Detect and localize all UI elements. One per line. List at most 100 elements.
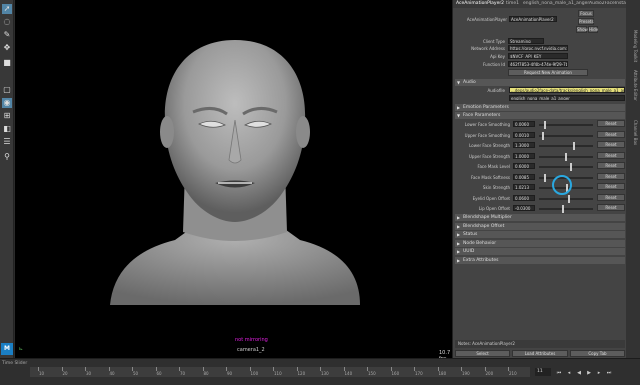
select-tool-icon[interactable]: ➚ bbox=[2, 4, 12, 14]
go-to-end-icon[interactable]: ⏭ bbox=[605, 369, 613, 377]
copy-tab-button[interactable]: Copy Tab bbox=[570, 350, 625, 357]
param-value-field[interactable]: 0.0060 bbox=[513, 121, 535, 127]
3d-viewport[interactable]: not mirroring camera1_2 10.7 fps ⊾ bbox=[15, 0, 452, 358]
time-slider[interactable]: 10 20 30 40 50 60 70 80 90 100 110 120 130 140 150 160 1… bbox=[30, 367, 530, 377]
play-backward-icon[interactable]: ◀ bbox=[575, 369, 583, 377]
param-value-field[interactable]: 0.6000 bbox=[513, 163, 535, 169]
network-address-field[interactable]: https://grpc.nvcf.nvidia.com:443 bbox=[508, 45, 568, 51]
slider-knob[interactable] bbox=[570, 163, 573, 171]
timeline-tick-label: 160 bbox=[391, 371, 400, 376]
timeline-tick-label: 120 bbox=[297, 371, 306, 376]
client-type-select[interactable]: Streaming bbox=[508, 38, 544, 44]
reset-button[interactable]: Reset bbox=[597, 120, 625, 127]
param-slider[interactable] bbox=[539, 142, 593, 150]
audiofile-label: Audiofile bbox=[487, 88, 505, 93]
audio-section[interactable]: ▼ Audio bbox=[455, 79, 625, 86]
request-animation-button[interactable]: Request New Animation bbox=[508, 69, 588, 76]
current-frame-field[interactable]: 11 bbox=[535, 368, 551, 376]
tab-a2f-instance[interactable]: Audio2FaceInstance3 bbox=[589, 1, 627, 6]
audiofile-clip-select[interactable]: english_nona_male_a1_anger bbox=[509, 95, 625, 101]
collapsed-section[interactable]: ▶ Blendshape Multiplier bbox=[455, 214, 625, 221]
param-slider[interactable] bbox=[539, 163, 593, 171]
audiofile-field[interactable]: ...deps/audio2face-data/tracks/english_n… bbox=[509, 87, 625, 93]
function-id-field[interactable]: 462f7853-4f4b-474e-9f29-7b0b9e05671c bbox=[508, 61, 568, 67]
tab-time[interactable]: time1 bbox=[506, 1, 519, 6]
param-value-field[interactable]: 1.0000 bbox=[513, 152, 535, 159]
play-forward-icon[interactable]: ▶ bbox=[585, 369, 593, 377]
hide-button[interactable]: Hide bbox=[588, 26, 598, 33]
collapsed-section[interactable]: ▶ Extra Attributes bbox=[455, 256, 625, 264]
param-value-field[interactable]: 0.0010 bbox=[513, 131, 535, 138]
param-label: Face Mask Level bbox=[477, 164, 510, 169]
function-id-label: Function Id bbox=[482, 62, 505, 67]
reset-button[interactable]: Reset bbox=[597, 193, 625, 201]
lasso-tool-icon[interactable]: ◌ bbox=[2, 17, 12, 27]
node-name-field[interactable]: AceAnimationPlayer2 bbox=[509, 16, 557, 22]
slider-knob[interactable] bbox=[565, 152, 567, 161]
step-back-icon[interactable]: ◂ bbox=[565, 369, 573, 377]
maya-logo-icon: M bbox=[1, 343, 13, 355]
collapsed-section[interactable]: ▶ UUID bbox=[455, 248, 625, 255]
reset-button[interactable]: Reset bbox=[597, 183, 625, 190]
slider-knob[interactable] bbox=[562, 205, 565, 213]
reset-button[interactable]: Reset bbox=[597, 151, 625, 159]
tab-channel-box[interactable]: Channel Box bbox=[628, 120, 638, 145]
timeline-tick-label: 20 bbox=[62, 371, 68, 376]
param-value-field[interactable]: -0.0300 bbox=[513, 205, 535, 211]
param-slider[interactable] bbox=[539, 205, 593, 213]
scale-tool-icon[interactable]: ■ bbox=[2, 58, 12, 68]
slider-knob[interactable] bbox=[544, 173, 547, 182]
slider-knob[interactable] bbox=[567, 194, 570, 203]
select-button[interactable]: Select bbox=[455, 350, 510, 357]
face-section[interactable]: ▼ Face Parameters bbox=[455, 112, 625, 119]
param-slider[interactable] bbox=[539, 194, 593, 203]
param-slider[interactable] bbox=[539, 131, 593, 140]
reset-button[interactable]: Reset bbox=[597, 172, 625, 180]
timeline-tick-label: 90 bbox=[227, 371, 233, 376]
slider-knob[interactable] bbox=[572, 142, 575, 150]
reset-button[interactable]: Reset bbox=[597, 162, 625, 169]
focus-button[interactable]: Focus bbox=[578, 10, 594, 17]
emotion-section[interactable]: ▶ Emotion Parameters bbox=[455, 104, 625, 111]
timeline-tick-label: 50 bbox=[133, 371, 139, 376]
show-button[interactable]: Show bbox=[576, 26, 588, 33]
param-label: Skin Strength bbox=[482, 185, 510, 190]
axis-gizmo-icon: ⊾ bbox=[19, 346, 24, 352]
tab-attribute-editor[interactable]: Attribute Editor bbox=[628, 70, 638, 101]
tab-audio-clip[interactable]: english_nona_male_a1_anger bbox=[523, 1, 589, 6]
param-slider[interactable] bbox=[539, 121, 593, 129]
collapsed-section[interactable]: ▶ Node Behavior bbox=[455, 239, 625, 247]
go-to-start-icon[interactable]: ⏮ bbox=[555, 369, 563, 377]
param-slider[interactable] bbox=[539, 152, 593, 161]
api-key-field[interactable]: $NVCF_API_KEY bbox=[508, 53, 568, 59]
layout-single-icon[interactable]: ▢ bbox=[2, 85, 12, 95]
collapsed-triangle-icon: ▶ bbox=[457, 105, 461, 110]
layout-side-icon[interactable]: ◧ bbox=[2, 124, 12, 134]
presets-button[interactable]: Presets bbox=[578, 18, 594, 25]
slider-knob[interactable] bbox=[544, 121, 547, 129]
collapsed-section[interactable]: ▶ Status bbox=[455, 231, 625, 238]
search-icon[interactable]: ⚲ bbox=[2, 152, 12, 162]
tab-modeling-toolkit[interactable]: Modeling Toolkit bbox=[628, 30, 638, 62]
expanded-triangle-icon: ▼ bbox=[457, 113, 461, 118]
outliner-icon[interactable]: ☰ bbox=[2, 137, 12, 147]
paint-tool-icon[interactable]: ✎ bbox=[2, 30, 12, 40]
param-value-field[interactable]: 0.0600 bbox=[513, 194, 535, 201]
reset-button[interactable]: Reset bbox=[597, 130, 625, 138]
move-tool-icon[interactable]: ✥ bbox=[2, 43, 12, 53]
reset-button[interactable]: Reset bbox=[597, 204, 625, 211]
reset-button[interactable]: Reset bbox=[597, 141, 625, 148]
head-model bbox=[110, 40, 360, 305]
layout-persp-icon[interactable]: ◉ bbox=[2, 98, 12, 108]
step-forward-icon[interactable]: ▸ bbox=[595, 369, 603, 377]
param-label: Face Mask Softness bbox=[471, 174, 510, 180]
slider-knob[interactable] bbox=[541, 131, 544, 140]
param-value-field[interactable]: 1.3000 bbox=[513, 142, 535, 148]
param-value-field[interactable]: 0.0085 bbox=[513, 173, 535, 180]
tab-player[interactable]: AceAnimationPlayer2 bbox=[456, 1, 504, 6]
collapsed-section[interactable]: ▶ Blendshape Offset bbox=[455, 222, 625, 230]
notes-field[interactable]: Notes: AceAnimationPlayer2 bbox=[455, 340, 625, 348]
load-attributes-button[interactable]: Load Attributes bbox=[512, 350, 568, 357]
layout-four-icon[interactable]: ⊞ bbox=[2, 111, 12, 121]
param-value-field[interactable]: 1.0213 bbox=[513, 184, 535, 190]
